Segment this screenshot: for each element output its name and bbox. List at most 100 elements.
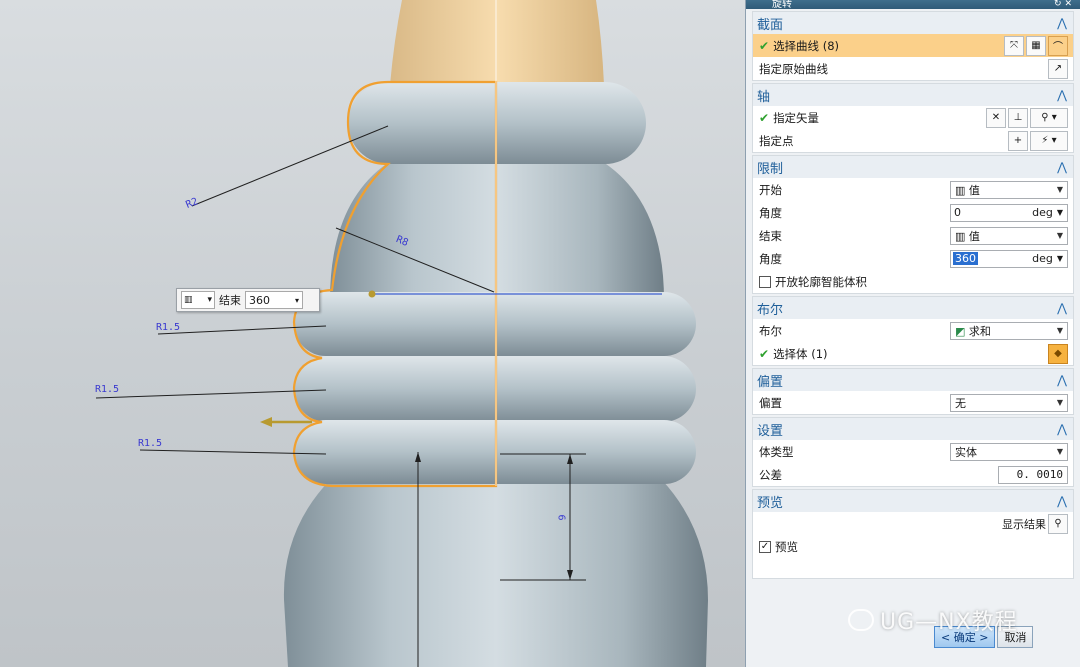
- boolean-row: 布尔 ◩ 求和 ▼: [753, 319, 1073, 342]
- magnifier-icon[interactable]: ⚲: [1048, 513, 1068, 534]
- origin-curve-label: 指定原始曲线: [759, 61, 828, 76]
- preview-checkbox[interactable]: ✓: [759, 540, 771, 553]
- collapse-icon[interactable]: ⋀: [1057, 494, 1067, 508]
- end-angle-row: 角度 360 deg ▼: [753, 247, 1073, 270]
- vector-constructor-icon[interactable]: ⊥: [1008, 107, 1028, 128]
- curve-rule-icon[interactable]: ⤧: [1004, 35, 1024, 56]
- offset-header[interactable]: 偏置 ⋀: [753, 369, 1073, 391]
- section-header[interactable]: 截面 ⋀: [753, 12, 1073, 34]
- start-label: 开始: [759, 182, 782, 197]
- boolean-select[interactable]: ◩ 求和 ▼: [950, 321, 1068, 340]
- end-angle-label: 角度: [759, 251, 782, 266]
- end-row: 结束 ▥ 值 ▼: [753, 224, 1073, 247]
- watermark: UG—NX教程: [848, 604, 1018, 636]
- offset-section: 偏置 ⋀ 偏置 无 ▼: [752, 368, 1074, 415]
- preview-row[interactable]: ✓ 预览: [753, 535, 1073, 558]
- start-angle-input[interactable]: 0 deg ▼: [950, 203, 1068, 222]
- bottom-bulb: [283, 480, 708, 667]
- dim-r15-c[interactable]: R1.5: [138, 438, 162, 449]
- point-type-dropdown[interactable]: ⚡ ▾: [1030, 130, 1068, 151]
- limits-header[interactable]: 限制 ⋀: [753, 156, 1073, 178]
- open-profile-row[interactable]: 开放轮廓智能体积: [753, 270, 1073, 293]
- check-icon: ✔: [759, 110, 770, 125]
- reverse-direction-icon[interactable]: ✕: [986, 107, 1006, 128]
- model-drawing: [95, 0, 708, 667]
- start-angle-row: 角度 0 deg ▼: [753, 201, 1073, 224]
- collapse-icon[interactable]: ⋀: [1057, 88, 1067, 102]
- point-constructor-icon[interactable]: +: [1008, 130, 1028, 151]
- open-profile-label: 开放轮廓智能体积: [775, 274, 867, 289]
- dim-r15-a[interactable]: R1.5: [156, 322, 180, 333]
- point-label: 指定点: [759, 133, 794, 148]
- start-row: 开始 ▥ 值 ▼: [753, 178, 1073, 201]
- origin-curve-row[interactable]: 指定原始曲线 ↗: [753, 57, 1073, 80]
- check-icon: ✔: [759, 346, 770, 361]
- sketch-section-icon[interactable]: ▦: [1026, 35, 1046, 56]
- collapse-icon[interactable]: ⋀: [1057, 301, 1067, 315]
- collapse-icon[interactable]: ⋀: [1057, 16, 1067, 30]
- dialog-titlebar: 旋转 ↻ ✕: [746, 0, 1080, 9]
- dialog-title: 旋转: [772, 0, 792, 9]
- dim-height[interactable]: 6: [556, 514, 567, 520]
- float-end-input[interactable]: 360 ▾: [245, 291, 303, 309]
- vector-type-dropdown[interactable]: ⚲ ▾: [1030, 107, 1068, 128]
- select-curve-row[interactable]: ✔ 选择曲线 (8) ⤧ ▦ ⌒: [753, 34, 1073, 57]
- check-icon: ✔: [759, 38, 770, 53]
- body-type-row: 体类型 实体 ▼: [753, 440, 1073, 463]
- vector-label: 指定矢量: [773, 110, 820, 125]
- limits-section: 限制 ⋀ 开始 ▥ 值 ▼ 角度 0 deg ▼ 结束 ▥ 值 ▼ 角度 360 deg ▼ …: [752, 155, 1074, 294]
- settings-header[interactable]: 设置 ⋀: [753, 418, 1073, 440]
- axis-point: [368, 290, 376, 298]
- offset-select[interactable]: 无 ▼: [950, 393, 1068, 412]
- start-type-select[interactable]: ▥ 值 ▼: [950, 180, 1068, 199]
- preview-header[interactable]: 预览 ⋀: [753, 490, 1073, 512]
- curve-select-icon[interactable]: ⌒: [1048, 35, 1068, 56]
- collapse-icon[interactable]: ⋀: [1057, 422, 1067, 436]
- axis-header[interactable]: 轴 ⋀: [753, 84, 1073, 106]
- boolean-label: 布尔: [759, 323, 782, 338]
- tolerance-input[interactable]: 0. 0010: [998, 465, 1068, 484]
- watermark-text: UG—NX教程: [880, 610, 1018, 635]
- tolerance-row: 公差 0. 0010: [753, 463, 1073, 486]
- float-type-select[interactable]: ▥ ▾: [181, 291, 215, 309]
- end-angle-input[interactable]: 360 deg ▼: [950, 249, 1068, 268]
- origin-curve-icon[interactable]: ↗: [1048, 58, 1068, 79]
- float-end-label: 结束: [219, 294, 241, 307]
- solid-body-icon[interactable]: ◆: [1048, 343, 1068, 364]
- end-label: 结束: [759, 228, 782, 243]
- show-result-label: 显示结果: [1002, 517, 1046, 531]
- leader-r15b: [95, 389, 327, 399]
- preview-section: 预览 ⋀ 显示结果 ⚲ ✓ 预览: [752, 489, 1074, 579]
- preview-label: 预览: [775, 539, 798, 554]
- value-type-icon: ▥: [184, 295, 193, 305]
- section-section: 截面 ⋀ ✔ 选择曲线 (8) ⤧ ▦ ⌒ 指定原始曲线 ↗: [752, 11, 1074, 81]
- start-angle-label: 角度: [759, 205, 782, 220]
- select-curve-label: 选择曲线 (8): [773, 38, 840, 53]
- body-type-select[interactable]: 实体 ▼: [950, 442, 1068, 461]
- show-result-row: 显示结果 ⚲: [753, 512, 1073, 535]
- point-row[interactable]: 指定点 + ⚡ ▾: [753, 129, 1073, 152]
- tolerance-label: 公差: [759, 467, 782, 482]
- revolve-dialog: 旋转 ↻ ✕ 截面 ⋀ ✔ 选择曲线 (8) ⤧ ▦ ⌒ 指定原始曲线 ↗ 轴 ⋀ …: [745, 0, 1080, 667]
- select-body-row[interactable]: ✔ 选择体 (1) ◆: [753, 342, 1073, 365]
- boolean-section: 布尔 ⋀ 布尔 ◩ 求和 ▼ ✔ 选择体 (1) ◆: [752, 296, 1074, 366]
- floating-end-field: ▥ ▾ 结束 360 ▾: [176, 288, 320, 312]
- open-profile-checkbox[interactable]: [759, 275, 771, 288]
- value-type-icon: ▥: [955, 229, 966, 243]
- offset-row: 偏置 无 ▼: [753, 391, 1073, 414]
- body-type-label: 体类型: [759, 444, 794, 459]
- end-type-select[interactable]: ▥ 值 ▼: [950, 226, 1068, 245]
- collapse-icon[interactable]: ⋀: [1057, 373, 1067, 387]
- boolean-header[interactable]: 布尔 ⋀: [753, 297, 1073, 319]
- graphics-viewport[interactable]: R2 R8 R1.5 R1.5 R1.5 6 ▥ ▾ 结束 360 ▾: [0, 0, 745, 667]
- vector-row[interactable]: ✔ 指定矢量 ✕ ⊥ ⚲ ▾: [753, 106, 1073, 129]
- value-type-icon: ▥: [955, 183, 966, 197]
- settings-section: 设置 ⋀ 体类型 实体 ▼ 公差 0. 0010: [752, 417, 1074, 487]
- chevron-down-icon: ▾: [294, 295, 299, 305]
- unite-icon: ◩: [955, 324, 966, 338]
- axis-section: 轴 ⋀ ✔ 指定矢量 ✕ ⊥ ⚲ ▾ 指定点 + ⚡ ▾: [752, 83, 1074, 153]
- collapse-icon[interactable]: ⋀: [1057, 160, 1067, 174]
- dim-r15-b[interactable]: R1.5: [95, 384, 119, 395]
- top-shaft: [390, 0, 604, 85]
- titlebar-icons[interactable]: ↻ ✕: [1054, 0, 1072, 9]
